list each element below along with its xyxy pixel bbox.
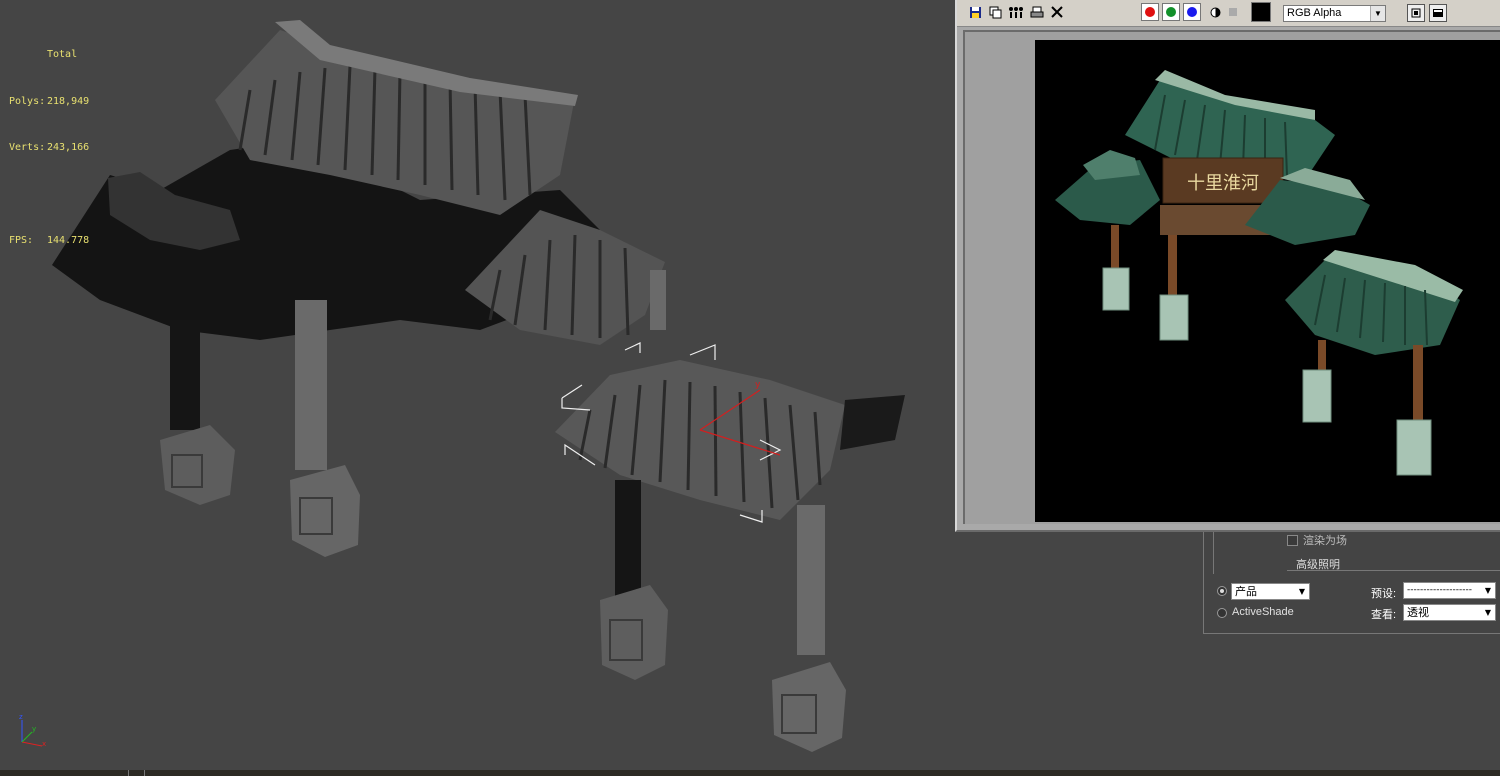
display-channel-value: RGB Alpha — [1287, 7, 1342, 19]
activeshade-label: ActiveShade — [1232, 606, 1294, 618]
verts-label: Verts: — [9, 142, 46, 153]
clear-icon[interactable] — [1049, 4, 1065, 20]
preset-label: 预设: — [1371, 588, 1397, 600]
activeshade-radio[interactable] — [1217, 608, 1227, 618]
display-mode-icon[interactable] — [1429, 4, 1447, 22]
verts-value: 243,166 — [47, 142, 90, 153]
group-divider — [1287, 570, 1500, 571]
render-fields-label: 渲染为场 — [1303, 534, 1347, 547]
render-sign-text: 十里淮河 — [1187, 173, 1259, 194]
render-fields-option[interactable]: 渲染为场 — [1287, 532, 1347, 548]
preset-value: -------------------- — [1407, 585, 1472, 595]
view-dropdown[interactable]: 透视 ▼ — [1403, 604, 1496, 621]
print-icon[interactable] — [1029, 4, 1045, 20]
stats-header: Total — [47, 49, 78, 60]
fps-value: 144.778 — [47, 235, 90, 246]
frame-toolbar: RGB Alpha ▼ — [957, 0, 1500, 27]
rendered-image: 十里淮河 — [1035, 40, 1500, 522]
axis-z-label: z — [19, 713, 23, 721]
blue-channel-button[interactable] — [1183, 3, 1201, 21]
polys-value: 218,949 — [47, 95, 90, 107]
axis-tripod-icon: z y x — [19, 713, 46, 748]
render-setup-panel: 渲染为场 高级照明 产品 ▼ ActiveShade 预设: ---------… — [1203, 532, 1500, 634]
color-swatch[interactable] — [1251, 2, 1271, 22]
chevron-down-icon: ▼ — [1298, 587, 1306, 596]
green-channel-button[interactable] — [1162, 3, 1180, 21]
chevron-down-icon: ▼ — [1370, 6, 1385, 21]
red-channel-button[interactable] — [1141, 3, 1159, 21]
clone-icon[interactable] — [987, 4, 1003, 20]
view-value: 透视 — [1407, 606, 1429, 619]
frame-mode-icon[interactable] — [1407, 4, 1425, 22]
polys-label: Polys: — [9, 95, 46, 107]
save-icon[interactable] — [967, 4, 983, 20]
product-mode-dropdown[interactable]: 产品 ▼ — [1231, 583, 1310, 600]
channel-people-icon[interactable] — [1007, 4, 1023, 20]
frame-canvas-area: 十里淮河 — [963, 30, 1500, 524]
axis-x-label: x — [42, 740, 46, 748]
time-slider-strip[interactable] — [0, 770, 1500, 776]
alpha-channel-icon[interactable] — [1207, 4, 1223, 20]
chevron-down-icon: ▼ — [1484, 586, 1492, 595]
monochrome-icon[interactable] — [1225, 4, 1241, 20]
fps-label: FPS: — [9, 235, 34, 246]
render-options-group: 渲染为场 高级照明 — [1213, 532, 1500, 574]
chevron-down-icon: ▼ — [1484, 608, 1492, 617]
display-channel-select[interactable]: RGB Alpha ▼ — [1283, 5, 1386, 22]
stats-overlay: Total Polys: 218,949 Verts: 243,166 FPS: 14… — [9, 16, 89, 280]
view-label: 查看: — [1371, 609, 1397, 621]
axis-y-label: y — [32, 725, 36, 733]
render-fields-checkbox[interactable] — [1287, 534, 1298, 546]
gizmo-axis-label: y — [755, 380, 761, 390]
product-mode-value: 产品 — [1235, 585, 1257, 598]
preset-dropdown[interactable]: -------------------- ▼ — [1403, 582, 1496, 599]
archway-model-wireframe-shaded[interactable]: y — [0, 0, 950, 776]
rendered-frame-window[interactable]: RGB Alpha ▼ 十里淮河 — [955, 0, 1500, 532]
product-radio[interactable] — [1217, 586, 1227, 596]
rendered-archway-illustration: 十里淮河 — [1055, 70, 1463, 476]
